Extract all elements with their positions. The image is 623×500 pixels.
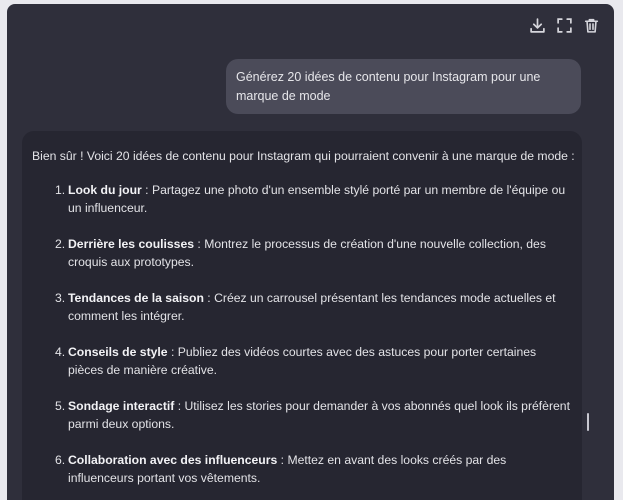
list-item: 1. Look du jour : Partagez une photo d'u… — [22, 181, 582, 217]
idea-title: Collaboration avec des influenceurs — [68, 453, 278, 467]
list-item: 3. Tendances de la saison : Créez un car… — [22, 289, 582, 325]
list-number: 3. — [55, 291, 66, 305]
download-icon — [529, 17, 545, 33]
list-number: 1. — [55, 183, 66, 197]
chat-window: Générez 20 idées de contenu pour Instagr… — [7, 4, 614, 500]
list-item: 5. Sondage interactif : Utilisez les sto… — [22, 397, 582, 433]
idea-title: Look du jour — [68, 183, 142, 197]
idea-title: Tendances de la saison — [68, 291, 204, 305]
fullscreen-icon — [556, 17, 572, 33]
idea-text: : Partagez une photo d'un ensemble stylé… — [68, 183, 566, 215]
idea-title: Derrière les coulisses — [68, 237, 195, 251]
trash-icon — [584, 18, 598, 33]
toolbar — [528, 16, 600, 34]
assistant-message: Bien sûr ! Voici 20 idées de contenu pou… — [22, 131, 582, 500]
download-button[interactable] — [528, 16, 546, 34]
assistant-intro: Bien sûr ! Voici 20 idées de contenu pou… — [32, 149, 575, 163]
list-number: 5. — [55, 399, 66, 413]
idea-list: 1. Look du jour : Partagez une photo d'u… — [22, 181, 582, 500]
fullscreen-button[interactable] — [555, 16, 573, 34]
scrollbar-thumb[interactable] — [587, 413, 589, 431]
list-number: 2. — [55, 237, 66, 251]
idea-title: Conseils de style — [68, 345, 168, 359]
list-number: 6. — [55, 453, 66, 467]
list-item: 4. Conseils de style : Publiez des vidéo… — [22, 343, 582, 379]
delete-button[interactable] — [582, 16, 600, 34]
user-message-text: Générez 20 idées de contenu pour Instagr… — [236, 70, 541, 103]
user-message: Générez 20 idées de contenu pour Instagr… — [226, 59, 581, 114]
idea-title: Sondage interactif — [68, 399, 175, 413]
list-item: 6. Collaboration avec des influenceurs :… — [22, 451, 582, 487]
list-number: 4. — [55, 345, 66, 359]
list-item: 2. Derrière les coulisses : Montrez le p… — [22, 235, 582, 271]
